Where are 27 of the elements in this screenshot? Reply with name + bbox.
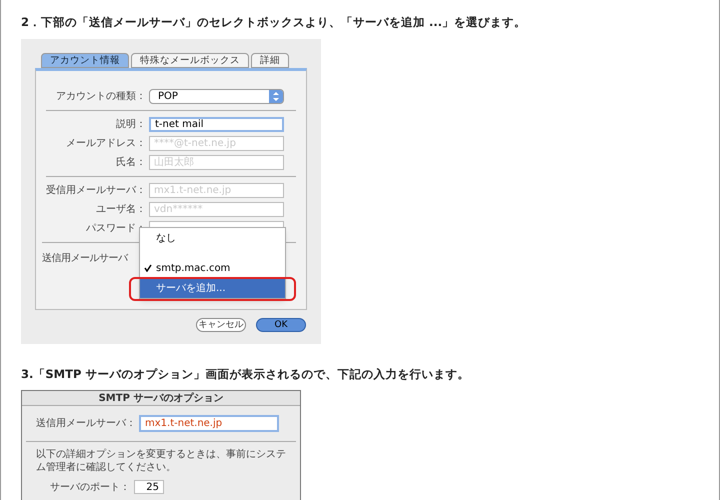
server-field[interactable]: mx1.t-net.ne.jp	[139, 414, 279, 432]
note-text: 以下の詳細オプションを変更するときは、事前にシステム管理者に確認してください。	[35, 448, 287, 474]
tab[interactable]: 特殊なメールボックス	[131, 53, 249, 68]
field-label: メールアドレス：	[65, 137, 146, 152]
account-type-select[interactable]: POP	[149, 89, 284, 104]
field-label: 受信用メールサーバ：	[46, 184, 146, 198]
check-icon	[144, 264, 152, 272]
text-field[interactable]: t-net mail	[149, 117, 284, 132]
dialog-title: SMTP サーバのオプション	[22, 390, 300, 406]
tab[interactable]: 詳細	[251, 53, 289, 68]
menu-item[interactable]: smtp.mac.com	[140, 258, 285, 278]
field-label: アカウントの種類：	[55, 90, 146, 104]
step-heading: 3.「SMTP サーバのオプション」画面が表示されるので、下記の入力を行います。	[21, 366, 470, 384]
field-label: 説明：	[115, 118, 146, 132]
field-label: 送信用メールサーバ：	[36, 416, 136, 430]
menu-item[interactable]: サーバを追加...	[140, 278, 285, 298]
field-label: 送信用メールサーバ	[42, 252, 128, 266]
port-field[interactable]: 25	[134, 480, 164, 494]
stepper-icon	[269, 90, 283, 104]
step-heading: 2．下部の「送信メールサーバ」のセレクトボックスより、「サーバを追加 ...」を選びます。	[21, 14, 528, 31]
field-label: ユーザ名：	[95, 203, 146, 218]
menu-item[interactable]: なし	[140, 228, 285, 248]
dialog-button[interactable]: OK	[256, 318, 306, 332]
field-label: 氏名：	[115, 156, 146, 170]
dialog-button[interactable]: キャンセル	[196, 318, 246, 332]
tab[interactable]: アカウント情報	[41, 53, 129, 68]
field-label: サーバのポート：	[50, 480, 130, 494]
